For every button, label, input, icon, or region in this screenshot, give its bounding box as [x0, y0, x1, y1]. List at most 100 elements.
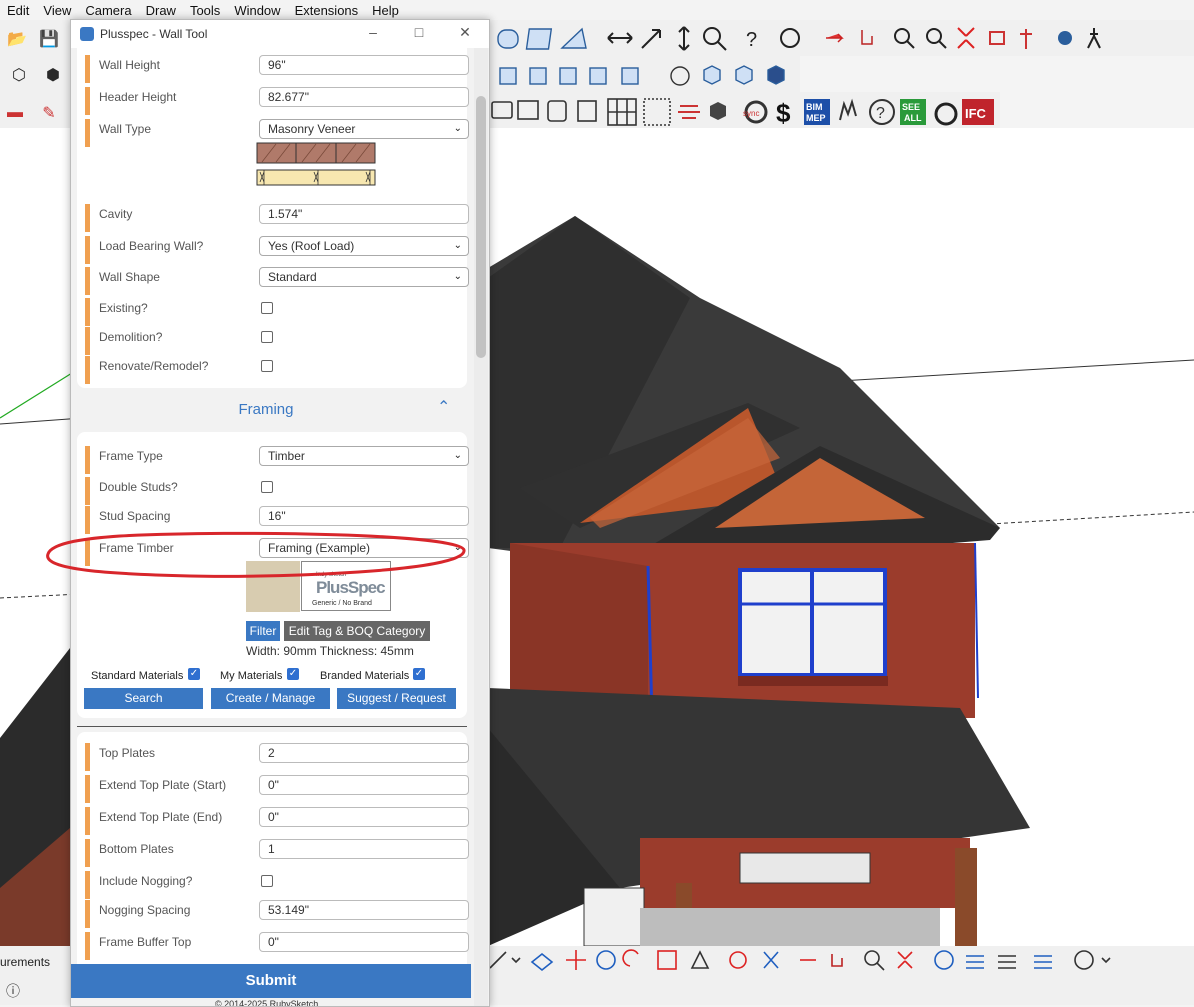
previous-view-icon [989, 31, 1005, 45]
bottom-toolbar-icons [489, 949, 1111, 972]
menu-window[interactable]: Window [227, 3, 287, 18]
rotate-icon [622, 949, 639, 967]
edit-component-icon[interactable]: ✎ [36, 100, 62, 126]
layer-icon-4 [589, 67, 607, 85]
load-bearing-label: Load Bearing Wall? [99, 239, 204, 253]
standard-materials-label: Standard Materials [91, 670, 184, 682]
walk-icon [1087, 28, 1101, 49]
existing-checkbox[interactable] [261, 302, 273, 314]
menu-edit[interactable]: Edit [0, 3, 36, 18]
layers-bottom-icon-2 [998, 955, 1016, 969]
extend-top-start-label: Extend Top Plate (Start) [99, 778, 227, 792]
help-question-icon: ? [746, 29, 757, 51]
nogging-spacing-label: Nogging Spacing [99, 903, 191, 917]
cavity-input[interactable]: 1.574" [259, 204, 469, 224]
toolbar-row1-icons: ? [497, 26, 1101, 51]
row-double-studs: Double Studs? [85, 477, 465, 505]
tape-icon [729, 951, 747, 969]
bottom-plates-input[interactable]: 1 [259, 839, 469, 859]
row-marker [85, 871, 90, 899]
edit-tag-button[interactable]: Edit Tag & BOQ Category [284, 621, 430, 641]
create-manage-button[interactable]: Create / Manage [211, 688, 330, 709]
row-marker [85, 807, 90, 835]
dialog-scrollbar-thumb[interactable] [476, 96, 486, 358]
surface-grid-icon [525, 28, 553, 50]
menu-help[interactable]: Help [365, 3, 406, 18]
frame-type-select[interactable]: Timber ⌄ [259, 446, 469, 466]
chevron-down-icon [1101, 957, 1111, 964]
row-wall-height: Wall Height 96" [85, 55, 469, 83]
dotted-grid-icon [643, 98, 671, 126]
wall-shape-value: Standard [268, 270, 317, 284]
nogging-spacing-input[interactable]: 53.149" [259, 900, 469, 920]
row-marker [85, 932, 90, 960]
menu-view[interactable]: View [36, 3, 78, 18]
wall-type-label: Wall Type [99, 122, 152, 136]
chevron-up-icon[interactable]: ⌃ [437, 397, 450, 417]
search-button[interactable]: Search [84, 688, 203, 709]
demolition-checkbox[interactable] [261, 331, 273, 343]
zoom-small-icon [894, 28, 910, 44]
close-icon[interactable]: ✕ [453, 24, 477, 44]
text-tool-icon [763, 951, 779, 969]
double-studs-checkbox[interactable] [261, 481, 273, 493]
measurements-label: urements [0, 955, 51, 969]
row-existing: Existing? [85, 298, 465, 326]
row-include-nogging: Include Nogging? [85, 871, 465, 899]
extend-top-end-input[interactable]: 0" [259, 807, 469, 827]
hand-icon [839, 98, 857, 121]
paint-icon [530, 952, 554, 972]
zoom-extents-bottom-icon [897, 951, 913, 969]
box-icon-1 [703, 65, 721, 85]
box-icon-2 [735, 65, 753, 85]
menu-tools[interactable]: Tools [183, 3, 227, 18]
row-marker [85, 775, 90, 803]
load-bearing-select[interactable]: Yes (Roof Load) ⌄ [259, 236, 469, 256]
header-height-input[interactable]: 82.677" [259, 87, 469, 107]
row-extend-top-end: Extend Top Plate (End) 0" [85, 807, 469, 835]
row-wall-type: Wall Type Masonry Veneer ⌄ [85, 119, 469, 192]
menu-camera[interactable]: Camera [78, 3, 138, 18]
chevron-down-icon: ⌄ [453, 450, 462, 461]
folder-open-icon[interactable]: 📂 [4, 26, 30, 52]
menu-extensions[interactable]: Extensions [288, 3, 366, 18]
wall-height-input[interactable]: 96" [259, 55, 469, 75]
flip-icon [690, 950, 710, 969]
include-nogging-label: Include Nogging? [99, 874, 193, 888]
my-materials-checkbox[interactable]: ✓ [287, 668, 299, 680]
save-icon[interactable]: 💾 [36, 26, 62, 52]
renovate-checkbox[interactable] [261, 360, 273, 372]
status-info-icon[interactable]: ⓘ [0, 978, 26, 1004]
suggest-request-button[interactable]: Suggest / Request [337, 688, 456, 709]
dollar-icon: $ [776, 98, 791, 128]
minimize-icon[interactable]: – [361, 24, 385, 44]
top-plates-input[interactable]: 2 [259, 743, 469, 763]
wall-shape-select[interactable]: Standard ⌄ [259, 267, 469, 287]
frame-buffer-top-input[interactable]: 0" [259, 932, 469, 952]
filter-button[interactable]: Filter [246, 621, 280, 641]
branded-materials-checkbox[interactable]: ✓ [413, 668, 425, 680]
truck-icon[interactable]: ▬ [2, 100, 28, 126]
double-studs-label: Double Studs? [99, 480, 178, 494]
maximize-icon[interactable]: □ [407, 24, 431, 44]
cavity-label: Cavity [99, 207, 133, 221]
wall-type-select[interactable]: Masonry Veneer ⌄ [259, 119, 469, 139]
section-icon[interactable]: ⬢ [40, 62, 66, 88]
section-divider [77, 726, 467, 727]
user-circle-icon [1074, 950, 1094, 970]
include-nogging-checkbox[interactable] [261, 875, 273, 887]
wall-height-label: Wall Height [99, 58, 160, 72]
framing-section-title[interactable]: Framing [71, 401, 461, 418]
dialog-titlebar[interactable]: Plusspec - Wall Tool – □ ✕ [71, 20, 489, 48]
submit-button[interactable]: Submit [71, 964, 471, 998]
menu-draw[interactable]: Draw [139, 3, 183, 18]
standard-materials-checkbox[interactable]: ✓ [188, 668, 200, 680]
extend-top-start-input[interactable]: 0" [259, 775, 469, 795]
layer-icon-2 [529, 67, 547, 85]
component-icon[interactable]: ⬡ [6, 62, 32, 88]
stud-spacing-input[interactable]: 16" [259, 506, 469, 526]
triangle-icon [560, 27, 587, 49]
camera-icon [491, 101, 513, 119]
door-icon [577, 100, 597, 122]
row-marker [85, 477, 90, 505]
